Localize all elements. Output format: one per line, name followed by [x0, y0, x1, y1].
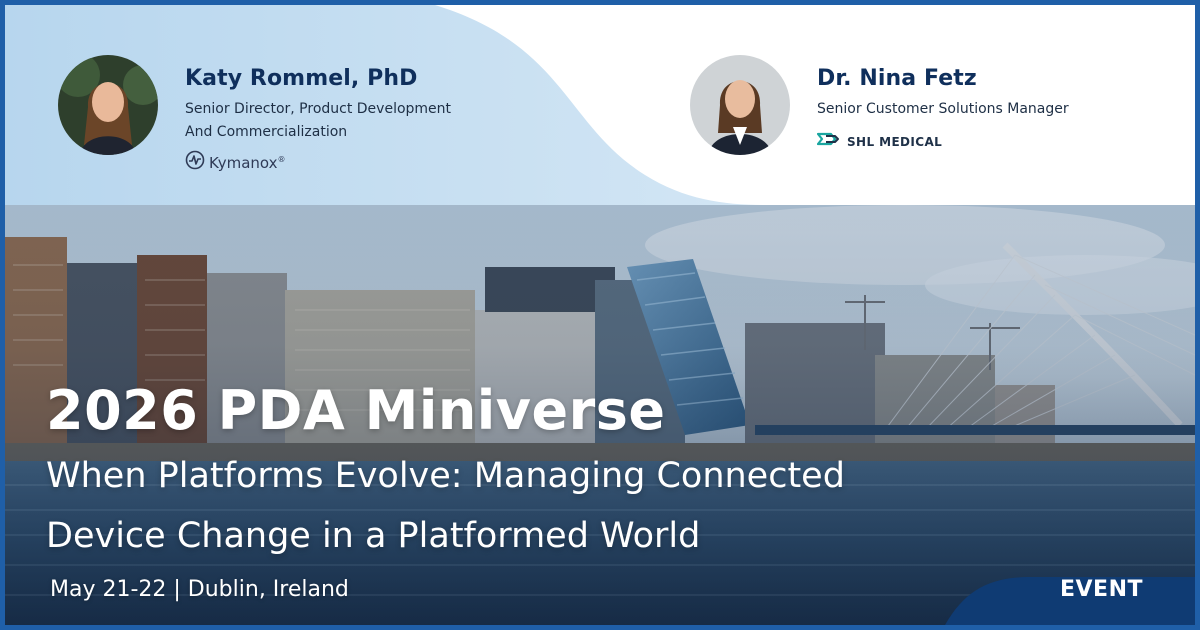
speaker-name: Dr. Nina Fetz — [817, 66, 977, 91]
speaker-photo-katy-rommel — [58, 55, 158, 155]
speaker-title-line-1: Senior Director, Product Development — [185, 101, 452, 117]
speaker-name: Katy Rommel, PhD — [185, 66, 418, 91]
event-subtitle-line-1: When Platforms Evolve: Managing Connecte… — [46, 456, 845, 496]
registered-mark: ® — [277, 154, 286, 164]
shl-medical-logo-icon — [816, 131, 843, 152]
speaker-card-nina-fetz: Dr. Nina Fetz Senior Customer Solutions … — [690, 55, 1069, 155]
company-logo-shl-medical: SHL MEDICAL — [816, 131, 1069, 152]
company-name: SHL MEDICAL — [847, 134, 943, 149]
kymanox-logo-icon — [185, 150, 205, 175]
speaker-title-line-1: Senior Customer Solutions Manager — [817, 101, 1069, 117]
company-name: Kymanox — [209, 153, 278, 172]
speaker-photo-nina-fetz — [690, 55, 790, 155]
event-title: 2026 PDA Miniverse — [46, 379, 666, 442]
speaker-card-katy-rommel: Katy Rommel, PhD Senior Director, Produc… — [58, 55, 451, 175]
speaker-panel: Katy Rommel, PhD Senior Director, Produc… — [5, 5, 1195, 205]
event-type-badge: EVENT — [945, 565, 1195, 625]
event-badge-label: EVENT — [1059, 577, 1143, 602]
event-date-location: May 21-22 | Dublin, Ireland — [50, 577, 349, 602]
speaker-title-line-2: And Commercialization — [185, 124, 348, 140]
event-headline: 2026 PDA Miniverse When Platforms Evolve… — [46, 379, 845, 602]
event-subtitle-line-2: Device Change in a Platformed World — [46, 516, 701, 556]
event-card: Katy Rommel, PhD Senior Director, Produc… — [0, 0, 1200, 630]
company-logo-kymanox: Kymanox® — [185, 150, 451, 175]
